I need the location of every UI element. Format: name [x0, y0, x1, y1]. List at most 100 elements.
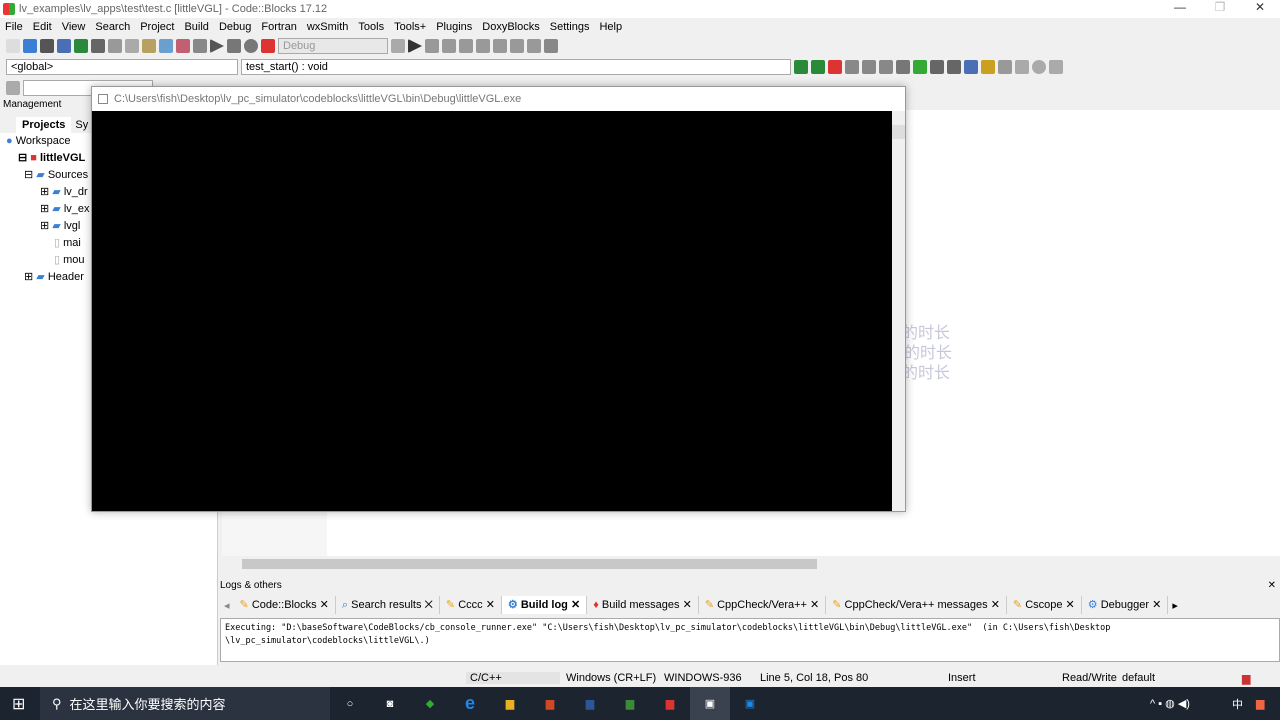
- simulator-taskbar-icon[interactable]: ▣: [730, 687, 770, 720]
- debug-windows-icon[interactable]: [544, 39, 558, 53]
- menu-tools[interactable]: Tools: [353, 21, 389, 33]
- tab-cscope[interactable]: ✎ Cscope ✕: [1007, 596, 1082, 614]
- start-windows-icon[interactable]: ⊞: [12, 694, 25, 714]
- tab-codeblocks[interactable]: ✎ Code::Blocks ✕: [234, 596, 336, 614]
- undo-icon[interactable]: [74, 39, 88, 53]
- pause-icon[interactable]: [510, 39, 524, 53]
- menu-tools-plus[interactable]: Tools+: [389, 21, 431, 33]
- horizontal-scrollbar[interactable]: [222, 556, 1280, 572]
- tray-app-icon[interactable]: ▆: [1256, 697, 1264, 710]
- menu-wxsmith[interactable]: wxSmith: [302, 21, 354, 33]
- save-icon[interactable]: [40, 39, 54, 53]
- menu-help[interactable]: Help: [594, 21, 627, 33]
- prev-bookmark-icon[interactable]: [845, 60, 859, 74]
- build-log-output[interactable]: Executing: "D:\baseSoftware\CodeBlocks/c…: [220, 618, 1280, 662]
- tab-search-results[interactable]: ⌕ Search results ✕: [336, 596, 440, 614]
- visio-icon[interactable]: ▆: [610, 687, 650, 720]
- doxy-run-icon[interactable]: [913, 60, 927, 74]
- close-button[interactable]: ✕: [1240, 0, 1280, 18]
- menu-view[interactable]: View: [57, 21, 91, 33]
- powerpoint-icon[interactable]: ▆: [530, 687, 570, 720]
- copy-icon[interactable]: [125, 39, 139, 53]
- clear-bookmarks-icon[interactable]: [879, 60, 893, 74]
- console-taskbar-icon[interactable]: ▣: [690, 687, 730, 720]
- tab-build-log[interactable]: ⚙ Build log ✕: [501, 596, 588, 614]
- menu-debug[interactable]: Debug: [214, 21, 256, 33]
- step-out-icon[interactable]: [476, 39, 490, 53]
- tab-cppcheck-messages[interactable]: ✎ CppCheck/Vera++ messages ✕: [826, 596, 1007, 614]
- paste-icon[interactable]: [142, 39, 156, 53]
- tab-cppcheck[interactable]: ✎ CppCheck/Vera++ ✕: [699, 596, 827, 614]
- build-icon[interactable]: [193, 39, 207, 53]
- abort-icon[interactable]: [261, 39, 275, 53]
- nav-forward-icon[interactable]: [1049, 60, 1063, 74]
- edge-icon[interactable]: e: [450, 687, 490, 720]
- new-file-icon[interactable]: [6, 39, 20, 53]
- tab-build-messages[interactable]: ♦ Build messages ✕: [587, 596, 699, 614]
- save-all-icon[interactable]: [57, 39, 71, 53]
- build-target-select[interactable]: Debug: [278, 38, 388, 54]
- cortana-icon[interactable]: ○: [330, 687, 370, 720]
- function-select[interactable]: test_start() : void: [241, 59, 791, 75]
- replace-icon[interactable]: [176, 39, 190, 53]
- find-icon[interactable]: [159, 39, 173, 53]
- tab-debugger[interactable]: ⚙ Debugger ✕: [1082, 596, 1169, 614]
- menu-edit[interactable]: Edit: [28, 21, 57, 33]
- codeblocks-taskbar-icon[interactable]: ▆: [650, 687, 690, 720]
- ime-indicator[interactable]: 中: [1232, 696, 1243, 712]
- taskbar-search[interactable]: ⚲ 在这里输入你要搜索的内容: [40, 687, 330, 720]
- menu-search[interactable]: Search: [90, 21, 135, 33]
- menu-file[interactable]: File: [0, 21, 28, 33]
- back-icon[interactable]: [794, 60, 808, 74]
- logs-close-icon[interactable]: ✕: [1268, 580, 1276, 591]
- tabs-scroll-right-icon[interactable]: ▸: [1168, 599, 1182, 612]
- target-options-icon[interactable]: [391, 39, 405, 53]
- html-icon[interactable]: [964, 60, 978, 74]
- menu-build[interactable]: Build: [179, 21, 213, 33]
- app-icon-green[interactable]: ◆: [410, 687, 450, 720]
- scrollbar-thumb[interactable]: [242, 559, 817, 569]
- nav-dot-icon[interactable]: [1032, 60, 1046, 74]
- next-line-icon[interactable]: [442, 39, 456, 53]
- menu-plugins[interactable]: Plugins: [431, 21, 477, 33]
- word-icon[interactable]: ▆: [570, 687, 610, 720]
- maximize-button[interactable]: ❐: [1200, 0, 1240, 18]
- console-scrollbar[interactable]: [892, 111, 905, 511]
- bookmark-icon[interactable]: [828, 60, 842, 74]
- file-explorer-icon[interactable]: ▆: [490, 687, 530, 720]
- menu-settings[interactable]: Settings: [545, 21, 595, 33]
- build-run-icon[interactable]: [227, 39, 241, 53]
- next-bookmark-icon[interactable]: [862, 60, 876, 74]
- open-icon[interactable]: [23, 39, 37, 53]
- menu-project[interactable]: Project: [135, 21, 179, 33]
- tray-icons[interactable]: ^ ▪ ◍ ◀): [1150, 697, 1190, 710]
- console-window[interactable]: C:\Users\fish\Desktop\lv_pc_simulator\co…: [91, 86, 906, 512]
- tab-cccc[interactable]: ✎ Cccc ✕: [440, 596, 502, 614]
- nav-back-icon[interactable]: [1015, 60, 1029, 74]
- run-icon[interactable]: [210, 39, 224, 53]
- menu-doxyblocks[interactable]: DoxyBlocks: [477, 21, 544, 33]
- forward-icon[interactable]: [811, 60, 825, 74]
- doxy-icon[interactable]: [896, 60, 910, 74]
- config-icon[interactable]: [998, 60, 1012, 74]
- logs-tabs: ◂ ✎ Code::Blocks ✕ ⌕ Search results ✕ ✎ …: [220, 596, 1280, 614]
- stop-debug-icon[interactable]: [527, 39, 541, 53]
- tab-symbols[interactable]: Sy: [71, 117, 92, 133]
- minimize-button[interactable]: —: [1160, 0, 1200, 18]
- camera-app-icon[interactable]: ◙: [370, 687, 410, 720]
- tabs-scroll-left-icon[interactable]: ◂: [220, 599, 234, 612]
- redo-icon[interactable]: [91, 39, 105, 53]
- run-to-cursor-icon[interactable]: [425, 39, 439, 53]
- comment-block-icon[interactable]: [930, 60, 944, 74]
- chm-icon[interactable]: [981, 60, 995, 74]
- debug-run-icon[interactable]: [408, 39, 422, 53]
- console-output[interactable]: [92, 111, 892, 511]
- step-into-icon[interactable]: [459, 39, 473, 53]
- cut-icon[interactable]: [108, 39, 122, 53]
- next-instruction-icon[interactable]: [493, 39, 507, 53]
- comment-line-icon[interactable]: [947, 60, 961, 74]
- tab-projects[interactable]: Projects: [16, 117, 72, 133]
- scope-select[interactable]: <global>: [6, 59, 238, 75]
- menu-fortran[interactable]: Fortran: [256, 21, 301, 33]
- rebuild-icon[interactable]: [244, 39, 258, 53]
